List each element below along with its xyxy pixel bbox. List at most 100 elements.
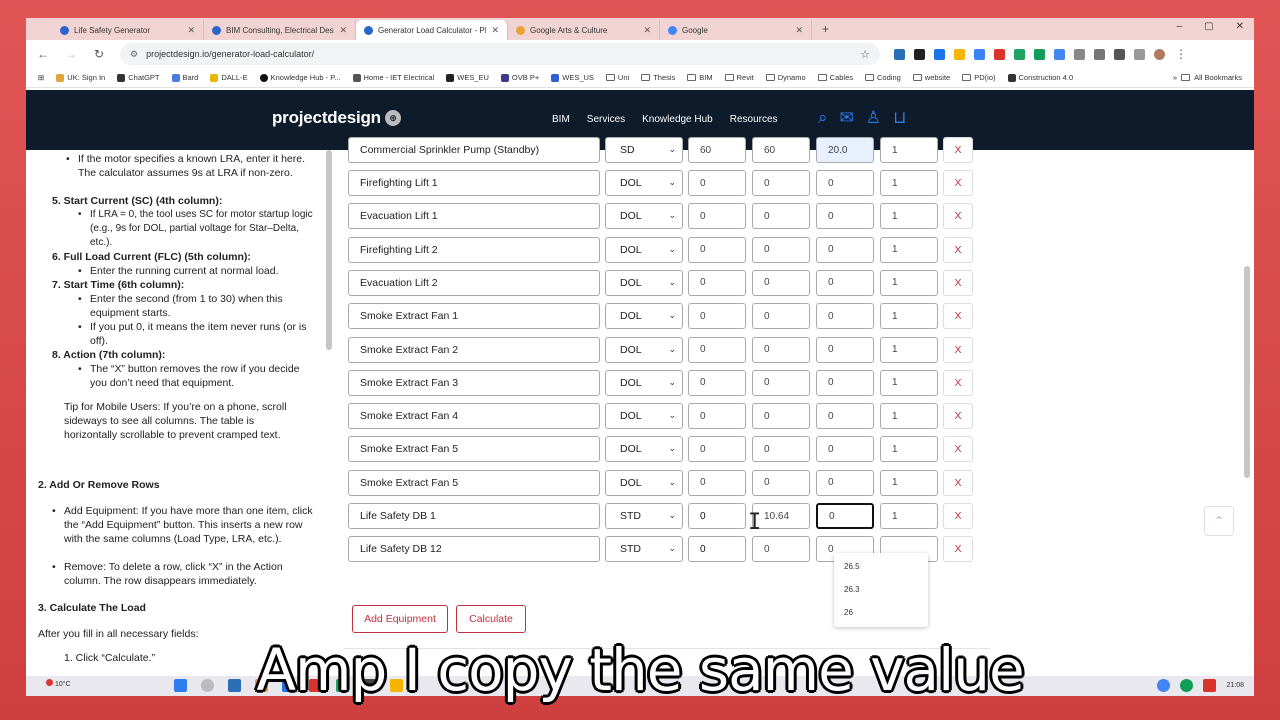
sidebar-icon[interactable] xyxy=(1134,48,1145,60)
sc-input[interactable]: 0 xyxy=(752,203,810,230)
remove-row-button[interactable]: X xyxy=(943,369,973,396)
extensions-puzzle-icon[interactable] xyxy=(1114,48,1125,60)
equipment-name-input[interactable]: Smoke Extract Fan 4 xyxy=(348,403,600,430)
remove-row-button[interactable]: X xyxy=(943,203,973,230)
bookmark-knowledge-hub[interactable]: Knowledge Hub - P... xyxy=(259,73,341,82)
bookmark-folder-cables[interactable]: Cables xyxy=(817,73,853,82)
tab-bim-consulting[interactable]: BIM Consulting, Electrical Des ✕ xyxy=(204,20,356,40)
bookmark-wes-us[interactable]: WES_US xyxy=(551,73,594,82)
bookmark-folder-dynamo[interactable]: Dynamo xyxy=(765,73,806,82)
lra-input[interactable]: 0 xyxy=(688,203,746,230)
extension-icon[interactable] xyxy=(1014,48,1025,60)
lra-input[interactable]: 0 xyxy=(688,269,746,296)
bookmark-star-icon[interactable]: ☆ xyxy=(860,48,870,61)
load-type-select[interactable]: DOL ⌄ xyxy=(605,403,683,430)
lra-input[interactable]: 0 xyxy=(688,503,746,529)
sc-input[interactable]: 0 xyxy=(752,369,810,396)
load-type-select[interactable]: DOL ⌄ xyxy=(605,203,683,230)
start-time-input[interactable]: 1 xyxy=(880,469,938,496)
bookmark-folder-revit[interactable]: Revit xyxy=(724,73,754,82)
autocomplete-option[interactable]: 26 xyxy=(844,608,853,617)
extension-icon[interactable] xyxy=(914,48,925,60)
lra-input[interactable]: 0 xyxy=(688,403,746,430)
sc-input[interactable]: 0 xyxy=(752,236,810,263)
lra-input[interactable]: 0 xyxy=(688,369,746,396)
load-type-select[interactable]: DOL ⌄ xyxy=(605,336,683,363)
bookmark-dalle[interactable]: DALL-E xyxy=(210,73,248,82)
start-time-input[interactable]: 1 xyxy=(880,303,938,330)
lra-input[interactable]: 60 xyxy=(688,137,746,163)
search-icon[interactable]: ⌕ xyxy=(818,108,828,128)
page-scrollbar[interactable] xyxy=(1244,266,1250,478)
flc-input[interactable]: 0 xyxy=(816,269,874,296)
equipment-name-input[interactable]: Smoke Extract Fan 5 xyxy=(348,436,600,463)
tab-life-safety-generator[interactable]: Life Safety Generator ✕ xyxy=(52,20,204,40)
flc-input[interactable]: 0 xyxy=(816,303,874,330)
add-equipment-button[interactable]: Add Equipment xyxy=(352,605,448,633)
flc-input[interactable]: 0 xyxy=(816,436,874,463)
close-window-button[interactable]: ✕ xyxy=(1236,21,1244,32)
remove-row-button[interactable]: X xyxy=(943,403,973,430)
flc-input[interactable]: 0 xyxy=(816,336,874,363)
equipment-name-input[interactable]: Evacuation Lift 2 xyxy=(348,269,600,296)
sc-input[interactable]: 0 xyxy=(752,403,810,430)
equipment-name-input[interactable]: Smoke Extract Fan 3 xyxy=(348,369,600,396)
equipment-name-input[interactable]: Smoke Extract Fan 2 xyxy=(348,336,600,363)
flc-input[interactable]: 0 xyxy=(816,403,874,430)
start-time-input[interactable]: 1 xyxy=(880,436,938,463)
tab-google[interactable]: Google ✕ xyxy=(660,20,812,40)
remove-row-button[interactable]: X xyxy=(943,436,973,463)
bookmark-chatgpt[interactable]: ChatGPT xyxy=(117,73,160,82)
load-type-select[interactable]: DOL ⌄ xyxy=(605,269,683,296)
tab-google-arts-culture[interactable]: Google Arts & Culture ✕ xyxy=(508,20,660,40)
remove-row-button[interactable]: X xyxy=(943,336,973,363)
load-type-select[interactable]: STD ⌄ xyxy=(605,536,683,563)
nav-resources[interactable]: Resources xyxy=(730,114,778,125)
lra-input[interactable]: 0 xyxy=(688,536,746,563)
remove-row-button[interactable]: X xyxy=(943,303,973,330)
close-icon[interactable]: ✕ xyxy=(187,25,195,36)
bookmark-folder-website[interactable]: website xyxy=(912,73,950,82)
flc-input[interactable]: 0 xyxy=(816,469,874,496)
start-time-input[interactable]: 1 xyxy=(880,503,938,529)
apps-grid-icon[interactable]: ⊞ xyxy=(38,73,44,82)
flc-input[interactable]: 0 xyxy=(816,369,874,396)
equipment-name-input[interactable]: Smoke Extract Fan 5 xyxy=(348,469,600,496)
close-icon[interactable]: ✕ xyxy=(491,25,499,36)
start-time-input[interactable]: 1 xyxy=(880,137,938,163)
extension-icon[interactable] xyxy=(994,48,1005,60)
profile-avatar[interactable] xyxy=(1154,48,1165,60)
equipment-name-input[interactable]: Commercial Sprinkler Pump (Standby) xyxy=(348,137,600,163)
site-info-icon[interactable]: ⚙ xyxy=(130,49,138,60)
nav-knowledge-hub[interactable]: Knowledge Hub xyxy=(642,114,713,125)
lra-input[interactable]: 0 xyxy=(688,469,746,496)
all-bookmarks-button[interactable]: » All Bookmarks xyxy=(1173,73,1242,82)
menu-kebab-icon[interactable]: ⋮ xyxy=(1174,47,1188,61)
lra-input[interactable]: 0 xyxy=(688,336,746,363)
close-icon[interactable]: ✕ xyxy=(339,25,347,36)
sc-input[interactable]: 0 xyxy=(752,469,810,496)
close-icon[interactable]: ✕ xyxy=(795,25,803,36)
equipment-name-input[interactable]: Firefighting Lift 2 xyxy=(348,236,600,263)
extension-icon[interactable] xyxy=(1034,48,1045,60)
bookmark-ovb[interactable]: OVB P+ xyxy=(500,73,539,82)
start-time-input[interactable]: 1 xyxy=(880,403,938,430)
bookmark-folder-pdio[interactable]: PD(io) xyxy=(962,73,996,82)
autocomplete-option[interactable]: 26.3 xyxy=(844,585,860,594)
remove-row-button[interactable]: X xyxy=(943,170,973,196)
nav-services[interactable]: Services xyxy=(587,114,625,125)
sc-input[interactable]: 0 xyxy=(752,269,810,296)
bookmark-folder-coding[interactable]: Coding xyxy=(865,73,901,82)
sc-input[interactable]: 0 xyxy=(752,436,810,463)
equipment-name-input[interactable]: Evacuation Lift 1 xyxy=(348,203,600,230)
extension-icon[interactable] xyxy=(1074,48,1085,60)
extension-icon[interactable] xyxy=(894,48,905,60)
bookmark-construction[interactable]: Construction 4.0 xyxy=(1007,73,1073,82)
sc-input[interactable]: 0 xyxy=(752,536,810,563)
calculate-button[interactable]: Calculate xyxy=(456,605,526,633)
bookmark-uk-sign-in[interactable]: UK: Sign In xyxy=(56,73,105,82)
equipment-name-input[interactable]: Life Safety DB 1 xyxy=(348,503,600,529)
site-logo[interactable]: projectdesign ⊕ xyxy=(272,108,401,128)
maximize-button[interactable]: ▢ xyxy=(1204,21,1213,32)
load-type-select[interactable]: SD ⌄ xyxy=(605,137,683,163)
